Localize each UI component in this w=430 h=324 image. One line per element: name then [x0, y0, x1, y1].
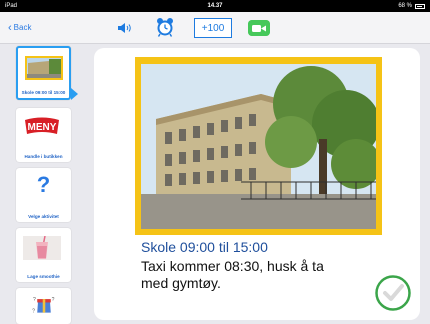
svg-text:?: ? [32, 309, 35, 315]
school-photo [141, 64, 376, 229]
sidebar-item-shopping[interactable]: MENY Handle i butikken [16, 108, 71, 162]
svg-text:MENY: MENY [28, 122, 57, 133]
smoothie-thumbnail [23, 236, 61, 260]
sidebar-item-label: Handle i butikken [24, 153, 63, 159]
svg-text:?: ? [33, 297, 36, 303]
clock: 14.37 [207, 3, 223, 9]
gift-box-icon: ? ? ? [32, 297, 54, 315]
back-label: Back [13, 23, 32, 32]
sidebar-item-label: Lage smoothie [27, 273, 60, 279]
activity-description: Taxi kommer 08:30, husk å ta med gymtøy. [141, 258, 324, 291]
battery-icon [415, 3, 425, 9]
chevron-left-icon: ‹ [8, 21, 12, 34]
sidebar-item-smoothie[interactable]: Lage smoothie [16, 228, 71, 282]
sidebar-item-school[interactable]: Skole 09:00 til 15:00 [16, 46, 71, 100]
sidebar-item-label: Velge aktivitet [28, 213, 59, 219]
activity-sidebar: Skole 09:00 til 15:00 MENY Handle i buti… [8, 44, 80, 324]
activity-title: Skole 09:00 til 15:00 [141, 239, 268, 255]
toolbar: ‹ Back +100 [0, 12, 430, 44]
school-thumbnail [25, 56, 63, 80]
back-button[interactable]: ‹ Back [8, 21, 32, 34]
activity-detail-card: Skole 09:00 til 15:00 Taxi kommer 08:30,… [94, 48, 420, 320]
speaker-icon[interactable] [117, 22, 133, 34]
facetime-icon[interactable] [248, 20, 270, 36]
checkmark-circle-icon[interactable] [374, 274, 412, 312]
alarm-clock-icon[interactable] [155, 17, 175, 37]
status-bar: iPad 14.37 68 % [0, 0, 430, 12]
sidebar-item-more[interactable]: ? ? ? [16, 288, 71, 324]
plus-100-button[interactable]: +100 [194, 18, 232, 38]
activity-photo-frame [135, 57, 382, 235]
sidebar-item-choose-activity[interactable]: ? Velge aktivitet [16, 168, 71, 222]
sidebar-item-label: Skole 09:00 til 15:00 [21, 89, 66, 95]
question-mark-icon: ? [36, 172, 51, 197]
meny-logo: MENY [25, 117, 59, 134]
svg-text:?: ? [51, 297, 54, 303]
selection-arrow [71, 88, 78, 100]
